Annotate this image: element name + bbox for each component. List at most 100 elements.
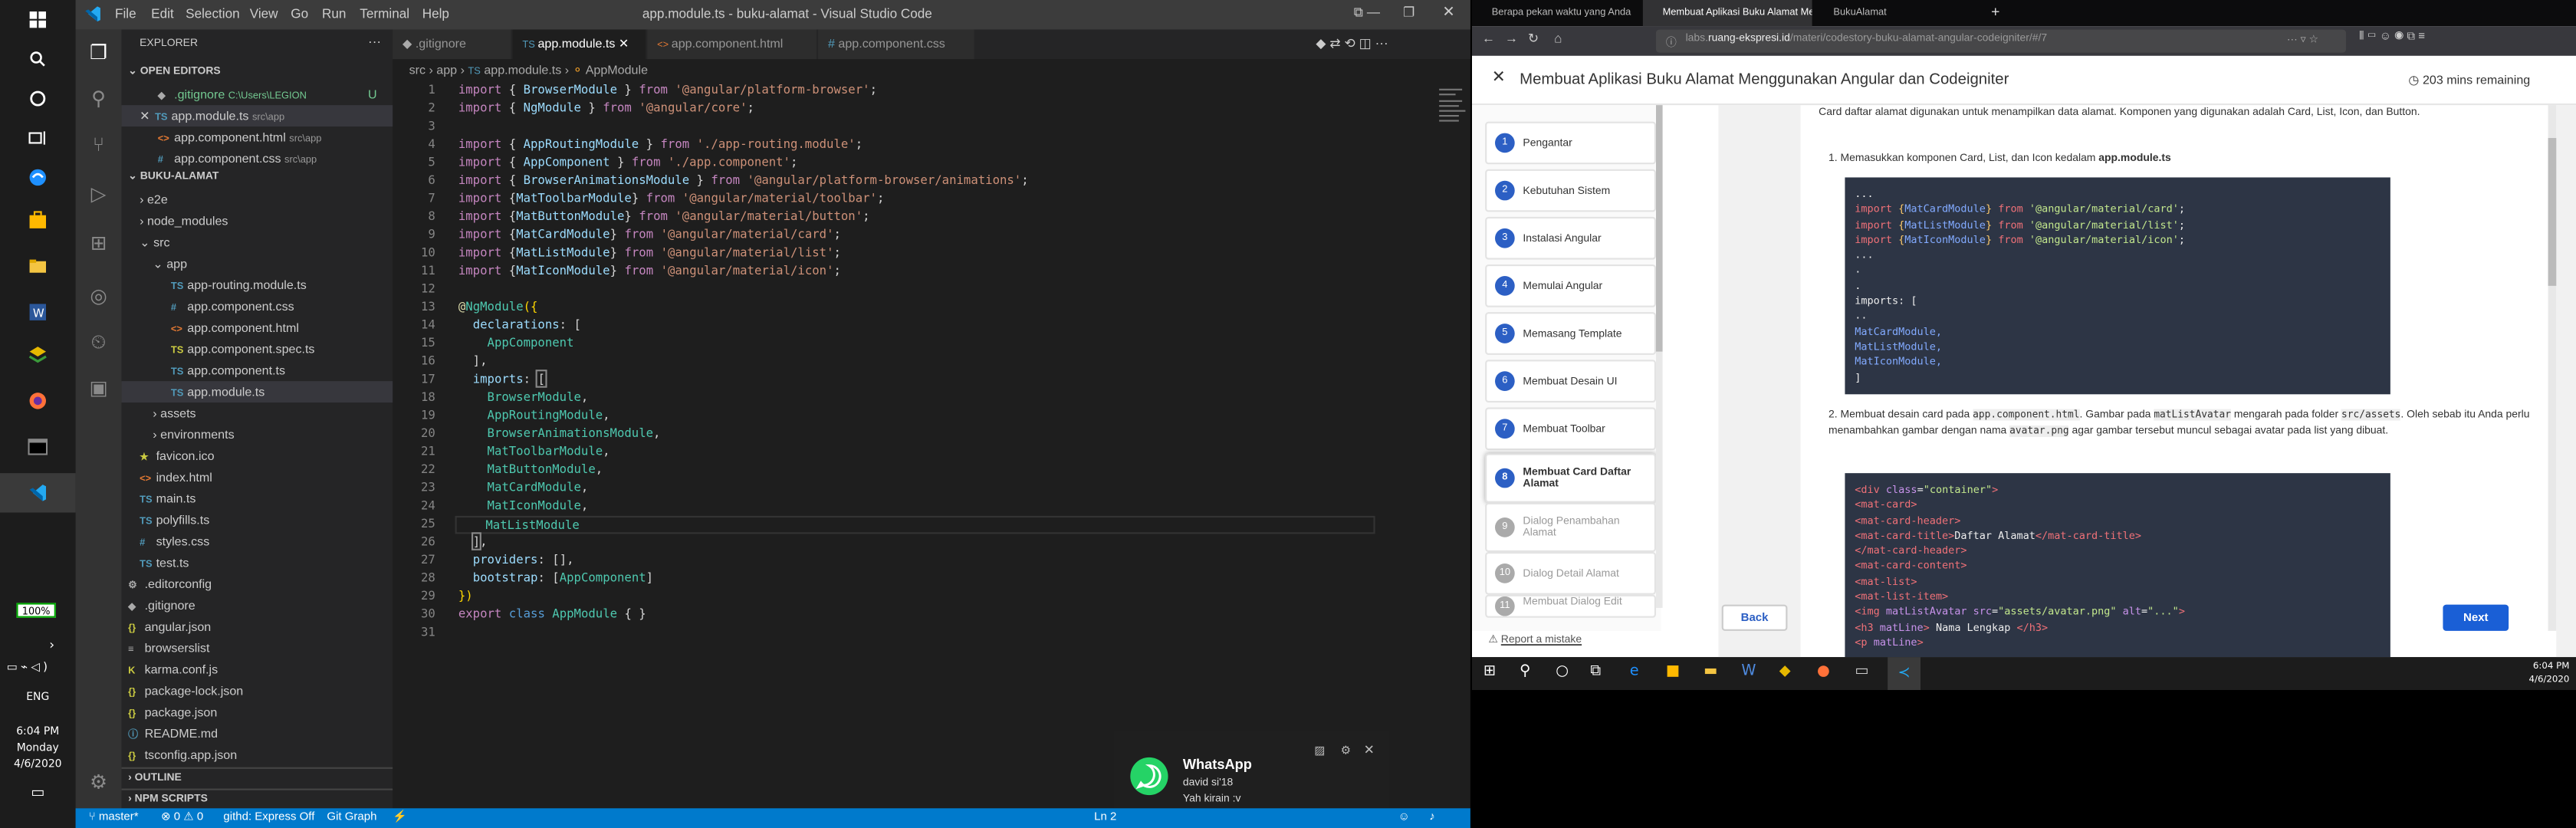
live-share-icon[interactable]: ⚡ [393,808,407,828]
tree-file[interactable]: TS test.ts [122,552,393,573]
tree-file[interactable]: TS app.component.ts [122,360,393,381]
code-editor[interactable]: 1 import { BrowserModule } from '@angular… [393,82,1411,805]
more-actions-icon[interactable]: ··· [368,34,381,49]
bookmark-icon[interactable]: ··· ▿ ☆ [2287,33,2318,46]
step-item-locked[interactable]: 9 Dialog Penambahan Alamat [1485,502,1656,552]
feedback-icon[interactable]: ☺ [1398,808,1410,828]
code-block-1[interactable]: ... import {MatCardModule} from '@angula… [1845,177,2390,395]
tree-file[interactable]: {} package.json [122,702,393,723]
tree-file[interactable]: ⓘ README.md [122,723,393,744]
tree-folder[interactable]: › node_modules [122,210,393,232]
step-item[interactable]: 7 Membuat Toolbar [1485,407,1656,451]
bell-icon[interactable]: ♪ [1429,808,1435,828]
terminal-icon[interactable]: ▭ [1855,664,1868,680]
menu-edit[interactable]: Edit [151,7,174,21]
search-icon[interactable]: ⚲ [1520,664,1530,680]
open-editor-gitignore[interactable]: ◆ .gitignore C:\Users\LEGION U [122,84,393,105]
tree-file[interactable]: ≡ browserslist [122,637,393,659]
explorer-icon[interactable]: ❐ [82,36,115,69]
tree-folder[interactable]: ⌄ src [122,232,393,253]
open-editor-app-module[interactable]: ✕ TS app.module.ts src\app [121,105,393,127]
menu-selection[interactable]: Selection [186,7,240,21]
remote-icon[interactable]: ▣ [82,371,115,404]
cortana-icon[interactable]: ○ [1556,664,1569,680]
forward-icon[interactable]: → [1505,31,1518,46]
crumb-app[interactable]: app [436,62,457,77]
language-indicator[interactable]: ENG [0,690,76,703]
steps-scrollbar[interactable] [1656,105,1663,608]
editor-action-icons[interactable]: ◆ ⇄ ⟲ ◫ ··· [1316,36,1388,51]
menu-view[interactable]: View [250,7,278,21]
content-scrollbar[interactable] [2548,105,2557,631]
githd-indicator[interactable]: githd: Express Off [223,808,314,828]
tree-file[interactable]: # styles.css [122,531,393,552]
tree-file[interactable]: TS app-routing.module.ts [122,274,393,296]
search-icon[interactable] [0,39,76,78]
open-editor-app-html[interactable]: <> app.component.html src\app [122,127,393,148]
layout-icon[interactable]: ⧉ [1354,5,1363,21]
cursor-position[interactable]: Ln 2 [1094,808,1116,828]
close-icon[interactable]: ✕ [1364,743,1375,757]
toolbar-icons[interactable]: ⫴ ▭ ☺ ◉ ⧉ ≡ [2359,31,2425,44]
browser-tab-active[interactable]: Membuat Aplikasi Buku Alamat Me [1642,0,1812,27]
tree-folder[interactable]: › environments [122,424,393,445]
close-icon[interactable]: ✕ [619,36,629,51]
extensions-icon[interactable]: ⊞ [82,227,115,260]
browser-tab[interactable]: Berapa pekan waktu yang Anda [1472,0,1641,26]
close-button[interactable]: ✕ [1442,3,1454,21]
gear-icon[interactable]: ⚙ [1341,744,1351,757]
new-tab-button[interactable]: + [1991,3,1999,19]
crumb-file[interactable]: app.module.ts [484,62,561,77]
file-explorer-icon[interactable] [0,246,76,285]
cortana-icon[interactable] [0,79,76,118]
back-button[interactable]: Back [1721,604,1788,631]
breadcrumb[interactable]: src › app › TS app.module.ts › ⚬ AppModu… [393,59,1470,82]
windows-start-icon[interactable] [0,0,76,39]
step-item[interactable]: 4 Memulai Angular [1485,264,1656,307]
tree-file[interactable]: {} package-lock.json [122,680,393,702]
maximize-button[interactable]: ❐ [1403,5,1414,19]
pin-icon[interactable]: ▨ [1314,744,1325,757]
task-view-icon[interactable]: ⧉ [1590,664,1601,680]
firefox-icon[interactable]: ● [1817,664,1830,680]
tree-file[interactable]: ⚙ .editorconfig [122,573,393,595]
close-icon[interactable]: ✕ [140,108,150,123]
task-view-icon[interactable] [0,118,76,157]
url-bar[interactable]: ⓘ labs.ruang-ekspresi.id/materi/codestor… [1656,29,2346,53]
reload-icon[interactable]: ↻ [1528,31,1539,46]
windows-start-icon[interactable]: ⊞ [1484,664,1496,680]
menu-terminal[interactable]: Terminal [360,7,409,21]
taskbar-time[interactable]: 6:04 PM [2514,662,2570,672]
word-icon[interactable]: W [1741,664,1756,680]
crumb-src[interactable]: src [409,62,426,77]
outline-header[interactable]: › OUTLINE [121,767,393,787]
open-editors-header[interactable]: ⌄ OPEN EDITORS [122,62,393,82]
tab-app-css[interactable]: # app.component.css [818,29,974,60]
step-item[interactable]: 1 Pengantar [1485,121,1656,165]
store-icon[interactable] [0,200,76,239]
back-icon[interactable]: ← [1482,31,1495,46]
search-icon[interactable]: ⚲ [82,82,115,115]
vscode-taskbar-icon[interactable]: ≺ [1888,657,1921,690]
notification-icon[interactable]: ▭ [26,785,49,808]
browser-tab[interactable]: BukuAlamat [1814,0,1983,26]
tree-file[interactable]: # app.component.css [122,296,393,317]
tree-file[interactable]: Kkarma.conf.js [122,659,393,680]
code-block-2[interactable]: <div class="container"> <mat-card> <mat-… [1845,473,2390,658]
open-editor-app-css[interactable]: # app.component.css src\app [122,148,393,169]
edge-icon[interactable] [0,158,76,197]
menu-go[interactable]: Go [291,7,308,21]
tree-file[interactable]: ◆ .gitignore [122,595,393,616]
tree-file[interactable]: ★ favicon.ico [122,445,393,467]
tree-file[interactable]: {} angular.json [122,616,393,638]
step-item-current[interactable]: 8 Membuat Card Daftar Alamat [1485,453,1656,503]
gear-icon[interactable]: ⚙ [82,766,115,799]
source-control-icon[interactable]: ⑂ [82,128,115,161]
tree-file-selected[interactable]: TS app.module.ts [121,381,393,402]
tab-app-module[interactable]: TS app.module.ts ✕ [512,29,646,60]
project-header[interactable]: ⌄ BUKU-ALAMAT [122,168,393,188]
word-icon[interactable]: W [0,292,76,331]
npm-scripts-header[interactable]: › NPM SCRIPTS [121,788,393,809]
step-item[interactable]: 6 Membuat Desain UI [1485,360,1656,402]
branch-indicator[interactable]: ⑂ master* [89,808,139,828]
